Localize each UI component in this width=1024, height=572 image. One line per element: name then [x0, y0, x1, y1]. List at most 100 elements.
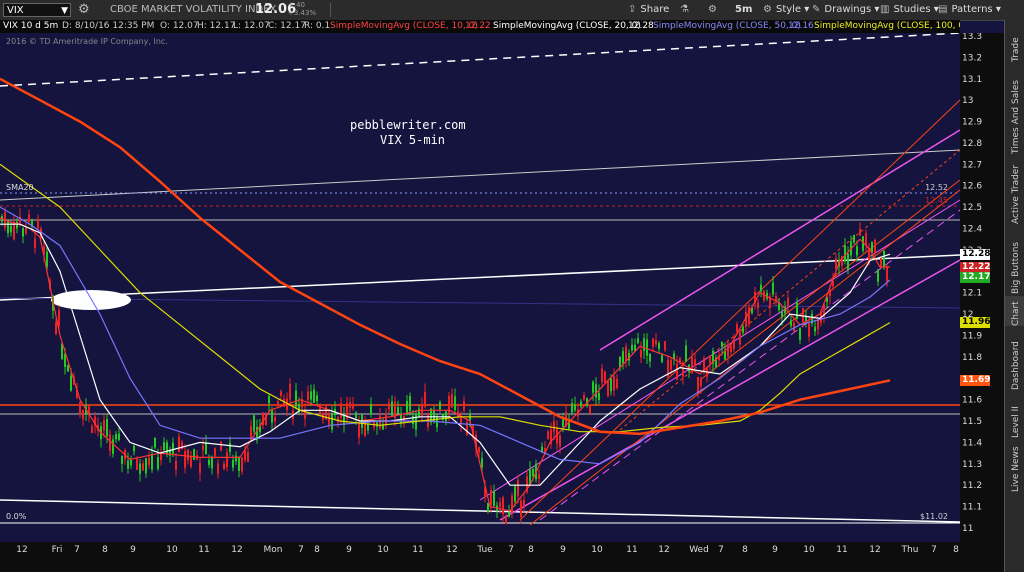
sidebar-tab-active-trader[interactable]: Active Trader: [1005, 156, 1024, 224]
candle-body: [580, 401, 582, 407]
divider: [330, 3, 331, 17]
chevron-down-icon: ▾: [992, 4, 1001, 15]
candle-body: [517, 479, 519, 497]
time-axis-label: 12: [231, 545, 242, 555]
candle-body: [232, 460, 234, 468]
time-axis-label: Fri: [52, 545, 63, 555]
drawings-button[interactable]: ✎ Drawings ▾: [812, 0, 879, 20]
time-axis-label: 11: [626, 545, 637, 555]
candle-body: [211, 456, 213, 469]
interval-button[interactable]: 5m: [735, 0, 752, 20]
candle-body: [22, 228, 24, 237]
sidebar-tab-level-ii[interactable]: Level II: [1005, 392, 1024, 438]
gear-icon[interactable]: ⚙: [78, 2, 90, 17]
candle-body: [808, 323, 810, 337]
settings-button[interactable]: ⚙: [708, 0, 721, 20]
candle-body: [505, 517, 507, 525]
candle-body: [658, 343, 660, 350]
sma20-label[interactable]: SimpleMovingAvg (CLOSE, 20, 0): [493, 20, 641, 33]
candle-body: [241, 457, 243, 472]
flask-button[interactable]: ⚗: [680, 0, 693, 20]
level-label: 12.52: [925, 183, 948, 192]
candle-body: [508, 512, 510, 518]
right-sidebar: Trade Times And Sales Active Trader Big …: [1004, 20, 1024, 572]
share-button[interactable]: ⇪ Share: [628, 0, 669, 20]
sidebar-tab-trade[interactable]: Trade: [1005, 20, 1024, 62]
candle-body: [385, 413, 387, 426]
candle-body: [799, 327, 801, 340]
candle-body: [34, 238, 36, 249]
sidebar-tab-dashboard[interactable]: Dashboard: [1005, 328, 1024, 390]
candle-body: [160, 453, 162, 461]
candle-body: [757, 302, 759, 309]
studies-label: Studies: [893, 4, 931, 15]
candle-body: [28, 214, 30, 222]
candle-body: [487, 502, 489, 512]
candle-body: [136, 459, 138, 470]
candle-body: [229, 442, 231, 452]
pencil-icon: ✎: [812, 4, 821, 15]
sidebar-tab-live-news[interactable]: Live News: [1005, 440, 1024, 492]
time-axis-label: 8: [742, 545, 748, 555]
candle-body: [424, 391, 426, 407]
candle-body: [682, 368, 684, 377]
candle-body: [187, 449, 189, 461]
candle-body: [331, 414, 333, 430]
candle-body: [271, 410, 273, 423]
price-box: 12.22: [960, 261, 991, 273]
chevron-down-icon: ▾: [801, 4, 810, 15]
candle-body: [646, 339, 648, 356]
candle-body: [58, 310, 60, 326]
candle-body: [481, 458, 483, 468]
time-axis-label: 7: [508, 545, 514, 555]
sma50-label[interactable]: SimpleMovingAvg (CLOSE, 50, 0): [653, 20, 801, 33]
price-axis-label: 12.4: [962, 225, 982, 235]
candle-body: [118, 433, 120, 440]
price-axis-label: 12.9: [962, 118, 982, 128]
patterns-button[interactable]: ▤ Patterns ▾: [938, 0, 1001, 20]
share-label: Share: [640, 4, 670, 15]
candle-body: [142, 463, 144, 471]
price-axis-label: 11.5: [962, 417, 982, 427]
candle-body: [313, 389, 315, 403]
style-button[interactable]: ⚙ Style ▾: [763, 0, 809, 20]
candle-body: [277, 401, 279, 406]
candle-body: [388, 402, 390, 410]
candle-body: [391, 401, 393, 416]
candle-body: [847, 253, 849, 270]
sidebar-tab-chart[interactable]: Chart: [1005, 296, 1024, 326]
candle-body: [82, 409, 84, 420]
candle-body: [409, 396, 411, 411]
candle-body: [877, 269, 879, 282]
candle-body: [709, 355, 711, 364]
candle-body: [166, 442, 168, 455]
candle-body: [610, 378, 612, 392]
price-chart[interactable]: 13.3 13.2 13.1 13 12.9 12.8 12.7 12.6 12.5 12.4 12…: [0, 33, 1004, 572]
candle-body: [247, 451, 249, 462]
candle-body: [721, 341, 723, 348]
candle-body: [742, 326, 744, 333]
share-icon: ⇪: [628, 4, 637, 15]
time-axis-label: 10: [166, 545, 178, 555]
style-icon: ⚙: [763, 4, 772, 15]
candle-body: [814, 326, 816, 332]
symbol-selector[interactable]: VIX ▼: [3, 3, 71, 17]
time-axis-label: 8: [953, 545, 959, 555]
candle-body: [148, 457, 150, 465]
candle-body: [490, 490, 492, 505]
studies-button[interactable]: ▥ Studies ▾: [880, 0, 939, 20]
candle-body: [532, 469, 534, 477]
time-axis-label: 11: [412, 545, 423, 555]
candle-body: [193, 449, 195, 460]
price-axis-label: 11.6: [962, 396, 982, 406]
sidebar-tab-times-and-sales[interactable]: Times And Sales: [1005, 64, 1024, 154]
price-change: +.40 +3.43%: [288, 1, 316, 17]
sma100-label[interactable]: SimpleMovingAvg (CLOSE, 100, 0): [814, 20, 960, 33]
sidebar-tab-big-buttons[interactable]: Big Buttons: [1005, 226, 1024, 294]
gear-icon: ⚙: [708, 4, 717, 15]
candle-body: [739, 331, 741, 345]
candle-body: [514, 486, 516, 502]
sma10-label[interactable]: SimpleMovingAvg (CLOSE, 10, 0): [330, 20, 478, 33]
candle-body: [499, 502, 501, 507]
candle-body: [835, 258, 837, 270]
